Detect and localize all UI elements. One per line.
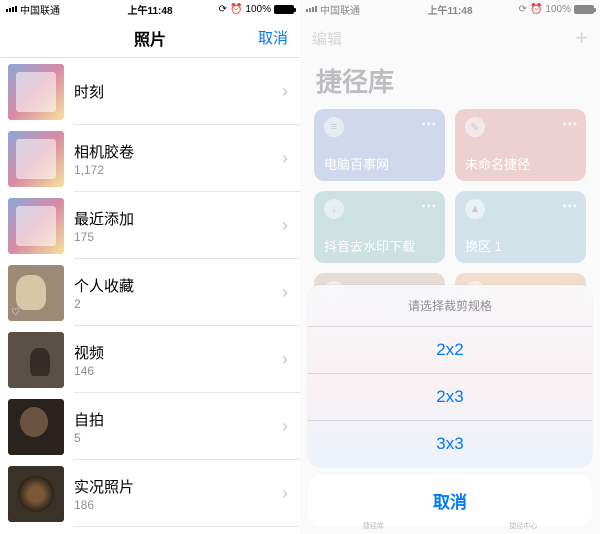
card-label: 抖音去水印下载 bbox=[324, 236, 435, 255]
album-thumb: ♡ bbox=[8, 265, 64, 321]
album-thumb bbox=[8, 64, 64, 120]
signal-icon bbox=[306, 6, 317, 12]
card-label: 电脑百事网 bbox=[324, 154, 435, 173]
album-thumb bbox=[8, 332, 64, 388]
carrier-label: 中国联通 bbox=[20, 2, 60, 17]
edit-button[interactable]: 编辑 bbox=[312, 28, 342, 49]
album-count: 5 bbox=[74, 431, 282, 445]
wand-icon: ✎ bbox=[465, 117, 485, 137]
lock-icon: ⟳ bbox=[519, 4, 527, 15]
chevron-right-icon: › bbox=[282, 215, 288, 236]
album-count: 175 bbox=[74, 230, 282, 244]
album-title: 相机胶卷 bbox=[74, 141, 282, 162]
more-icon[interactable]: ••• bbox=[562, 199, 578, 213]
album-count: 186 bbox=[74, 498, 282, 512]
album-thumb bbox=[8, 198, 64, 254]
album-thumb bbox=[8, 399, 64, 455]
album-row-recently-added[interactable]: 最近添加 175 › bbox=[0, 192, 300, 259]
tab-library[interactable]: 捷径库 bbox=[363, 521, 384, 534]
nav-bar: 编辑 + bbox=[300, 18, 600, 58]
album-title: 视频 bbox=[74, 342, 282, 363]
chevron-right-icon: › bbox=[282, 483, 288, 504]
album-row-moments[interactable]: 时刻 › bbox=[0, 58, 300, 125]
sheet-cancel-button[interactable]: 取消 bbox=[308, 475, 592, 526]
album-row-selfies[interactable]: 自拍 5 › bbox=[0, 393, 300, 460]
more-icon[interactable]: ••• bbox=[562, 117, 578, 131]
list-icon: ≡ bbox=[324, 117, 344, 137]
download-icon: ↓ bbox=[324, 199, 344, 219]
option-2x2[interactable]: 2x2 bbox=[308, 327, 592, 374]
option-2x3[interactable]: 2x3 bbox=[308, 374, 592, 421]
chevron-right-icon: › bbox=[282, 81, 288, 102]
album-count: 146 bbox=[74, 364, 282, 378]
card-label: 未命名捷径 bbox=[465, 154, 576, 173]
option-3x3[interactable]: 3x3 bbox=[308, 421, 592, 467]
alarm-icon: ⏰ bbox=[230, 4, 242, 15]
status-bar: 中国联通 上午11:48 ⟳ ⏰ 100% bbox=[0, 0, 300, 18]
tab-gallery[interactable]: 捷径中心 bbox=[509, 521, 537, 534]
album-title: 最近添加 bbox=[74, 208, 282, 229]
shortcut-card[interactable]: ▲ ••• 换区 1 bbox=[455, 191, 586, 263]
album-count: 1,172 bbox=[74, 163, 282, 177]
lock-icon: ⟳ bbox=[219, 4, 227, 15]
signal-icon bbox=[6, 6, 17, 12]
alarm-icon: ⏰ bbox=[530, 4, 542, 15]
sheet-title: 请选择裁剪规格 bbox=[308, 285, 592, 327]
page-title: 捷径库 bbox=[300, 58, 600, 109]
more-icon[interactable]: ••• bbox=[421, 199, 437, 213]
shortcut-card[interactable]: ✎ ••• 未命名捷径 bbox=[455, 109, 586, 181]
album-thumb bbox=[8, 131, 64, 187]
triangle-icon: ▲ bbox=[465, 199, 485, 219]
shortcut-card[interactable]: ≡ ••• 电脑百事网 bbox=[314, 109, 445, 181]
album-thumb bbox=[8, 466, 64, 522]
battery-icon bbox=[574, 5, 594, 14]
more-icon[interactable]: ••• bbox=[421, 117, 437, 131]
album-title: 个人收藏 bbox=[74, 275, 282, 296]
photos-picker-screen: 中国联通 上午11:48 ⟳ ⏰ 100% 照片 取消 时刻 › 相机胶卷 1,… bbox=[0, 0, 300, 534]
album-title: 自拍 bbox=[74, 409, 282, 430]
carrier-label: 中国联通 bbox=[320, 2, 360, 17]
status-time: 上午11:48 bbox=[427, 2, 472, 17]
album-row-camera-roll[interactable]: 相机胶卷 1,172 › bbox=[0, 125, 300, 192]
album-row-videos[interactable]: 视频 146 › bbox=[0, 326, 300, 393]
nav-title: 照片 bbox=[134, 26, 166, 50]
chevron-right-icon: › bbox=[282, 349, 288, 370]
chevron-right-icon: › bbox=[282, 148, 288, 169]
album-title: 实况照片 bbox=[74, 476, 282, 497]
album-row-live-photos[interactable]: 实况照片 186 › bbox=[0, 460, 300, 527]
add-shortcut-button[interactable]: + bbox=[575, 25, 588, 51]
cancel-button[interactable]: 取消 bbox=[258, 27, 288, 48]
battery-pct: 100% bbox=[545, 4, 571, 15]
action-sheet: 请选择裁剪规格 2x2 2x3 3x3 取消 bbox=[308, 285, 592, 526]
battery-pct: 100% bbox=[245, 4, 271, 15]
chevron-right-icon: › bbox=[282, 282, 288, 303]
battery-icon bbox=[274, 5, 294, 14]
album-row-favorites[interactable]: ♡ 个人收藏 2 › bbox=[0, 259, 300, 326]
album-title: 时刻 bbox=[74, 81, 282, 102]
shortcut-card[interactable]: ↓ ••• 抖音去水印下载 bbox=[314, 191, 445, 263]
shortcut-grid: ≡ ••• 电脑百事网 ✎ ••• 未命名捷径 ↓ ••• 抖音去水印下载 ▲ … bbox=[300, 109, 600, 263]
card-label: 换区 1 bbox=[465, 236, 576, 255]
album-count: 2 bbox=[74, 297, 282, 311]
status-time: 上午11:48 bbox=[127, 2, 172, 17]
album-list: 时刻 › 相机胶卷 1,172 › 最近添加 175 › ♡ 个人收藏 bbox=[0, 58, 300, 527]
shortcuts-library-screen: 中国联通 上午11:48 ⟳ ⏰ 100% 编辑 + 捷径库 ≡ ••• 电脑百… bbox=[300, 0, 600, 534]
heart-icon: ♡ bbox=[11, 307, 20, 318]
status-bar: 中国联通 上午11:48 ⟳ ⏰ 100% bbox=[300, 0, 600, 18]
nav-bar: 照片 取消 bbox=[0, 18, 300, 58]
chevron-right-icon: › bbox=[282, 416, 288, 437]
tab-bar: 捷径库 捷径中心 bbox=[300, 520, 600, 534]
